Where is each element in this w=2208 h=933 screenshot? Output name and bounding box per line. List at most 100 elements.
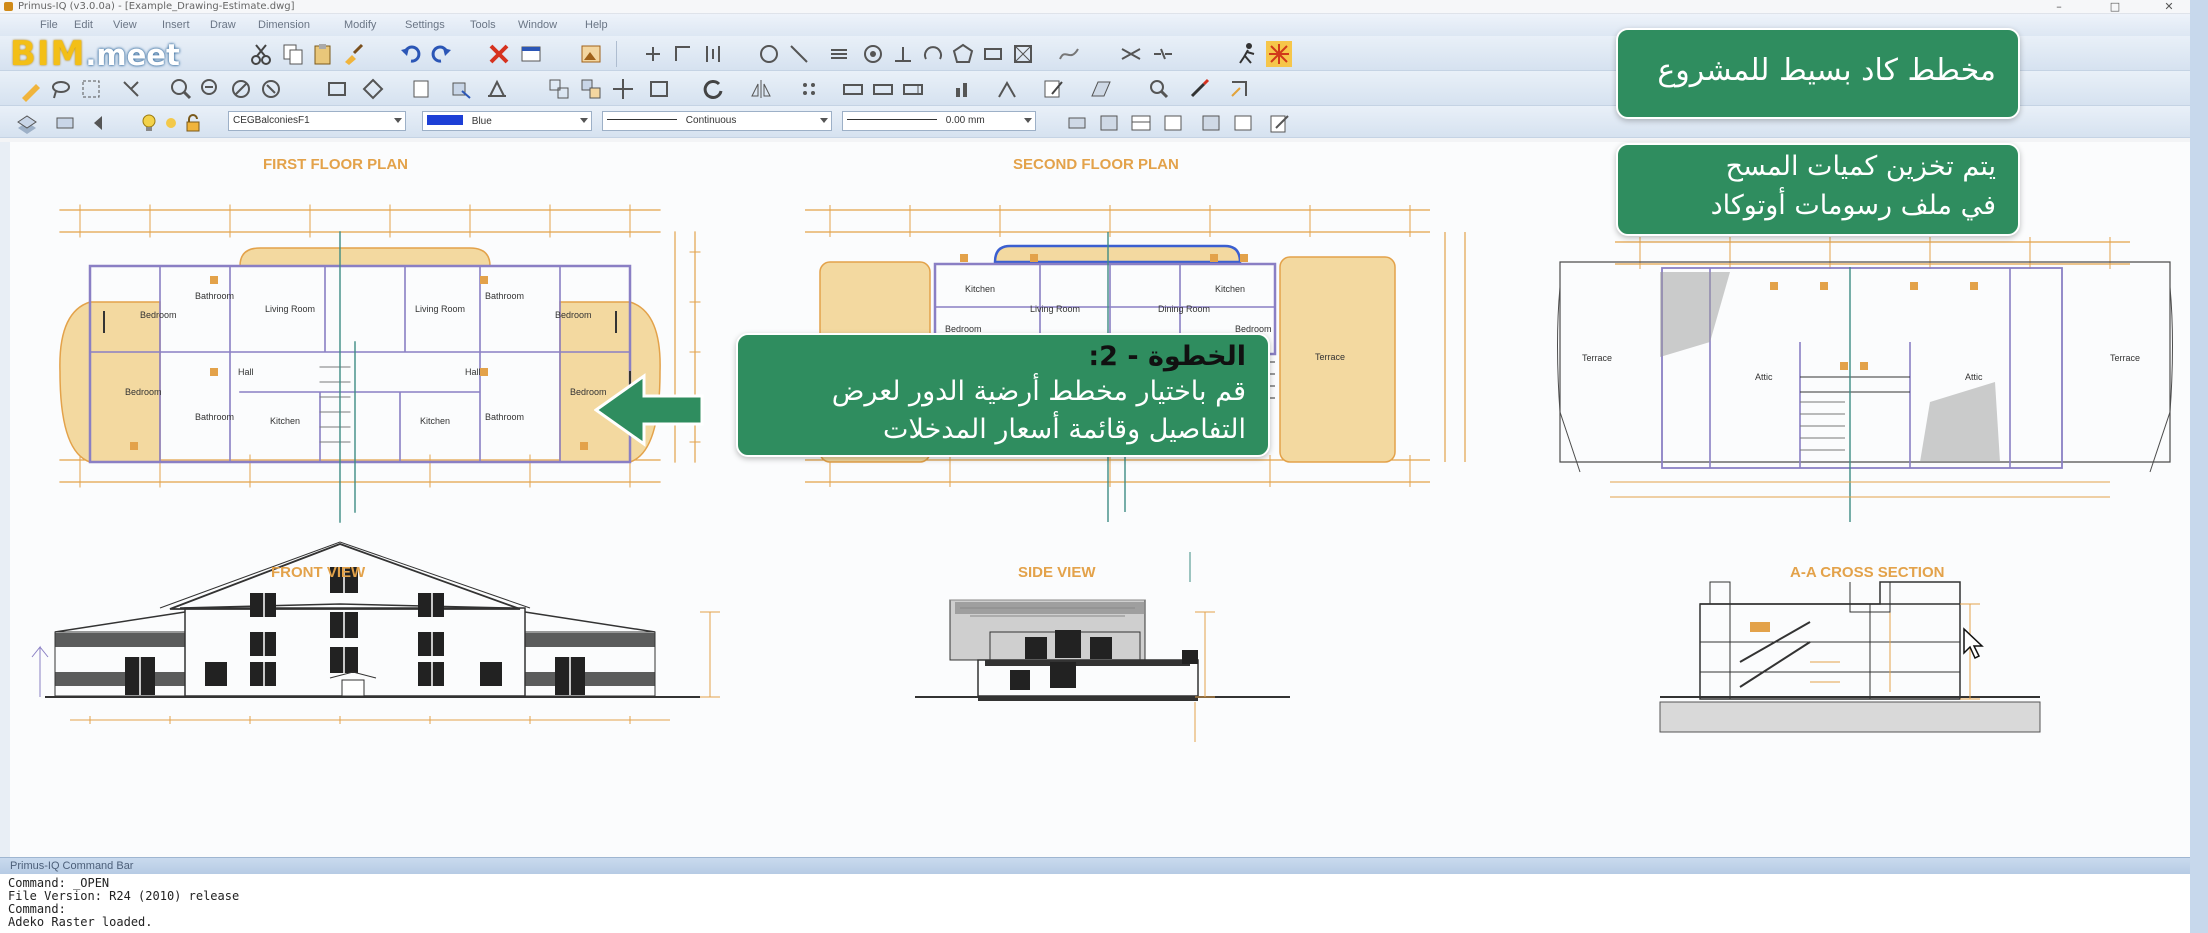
dimension-icon[interactable] <box>484 76 510 102</box>
pencil-icon[interactable] <box>18 76 44 102</box>
point-icon[interactable] <box>640 41 666 67</box>
drawing-canvas[interactable]: Bedroom Bathroom Living Room Living Room… <box>10 142 2190 857</box>
svg-text:Kitchen: Kitchen <box>420 416 450 426</box>
layer-dropdown[interactable]: CEGBalconiesF1 <box>228 111 406 131</box>
command-history-line: File Version: R24 (2010) release <box>8 889 240 903</box>
copy-icon[interactable] <box>280 41 306 67</box>
sheet-icon[interactable] <box>1160 110 1186 136</box>
layer-manager-icon[interactable] <box>14 110 40 136</box>
svg-text:Hall: Hall <box>238 367 254 377</box>
hatch-icon[interactable] <box>360 76 386 102</box>
sun-icon[interactable] <box>1266 41 1292 67</box>
svg-text:Living Room: Living Room <box>415 304 465 314</box>
perpendicular-icon[interactable] <box>890 41 916 67</box>
fillet-icon[interactable] <box>994 76 1020 102</box>
svg-text:Kitchen: Kitchen <box>270 416 300 426</box>
menu-window[interactable]: Window <box>518 19 557 31</box>
ray-icon[interactable] <box>670 41 696 67</box>
minimize-button[interactable]: – <box>2040 0 2078 14</box>
command-history-line: Adeko Raster loaded. <box>8 915 153 929</box>
select-window-icon[interactable] <box>78 76 104 102</box>
break-icon[interactable] <box>1150 41 1176 67</box>
print-icon[interactable] <box>1064 110 1090 136</box>
text-icon[interactable] <box>408 76 434 102</box>
color-dropdown[interactable]: Blue <box>422 111 592 131</box>
linetype-dropdown[interactable]: Continuous <box>602 111 832 131</box>
storage-callout: يتم تخزين كميات المسح في ملف رسومات أوتو… <box>1616 143 2020 236</box>
block-3-icon[interactable] <box>900 76 926 102</box>
lineweight-dropdown[interactable]: 0.00 mm <box>842 111 1036 131</box>
side-view-title: SIDE VIEW <box>1018 564 1096 581</box>
ungroup-icon[interactable] <box>578 76 604 102</box>
delete-icon[interactable] <box>486 41 512 67</box>
cut-icon[interactable] <box>248 41 274 67</box>
measure-icon[interactable] <box>324 76 350 102</box>
zoom-in-icon[interactable] <box>168 76 194 102</box>
menu-draw[interactable]: Draw <box>210 19 236 31</box>
circle-icon[interactable] <box>756 41 782 67</box>
explode-icon[interactable] <box>1118 41 1144 67</box>
donut-icon[interactable] <box>860 41 886 67</box>
line-icon[interactable] <box>786 41 812 67</box>
pick-icon[interactable] <box>118 76 144 102</box>
window-title: Primus-IQ (v3.0.0a) - [Example_Drawing-E… <box>18 1 295 12</box>
lock-icon[interactable] <box>180 110 206 136</box>
menu-insert[interactable]: Insert <box>162 19 190 31</box>
svg-text:Kitchen: Kitchen <box>965 284 995 294</box>
publish-icon[interactable] <box>1230 110 1256 136</box>
layer-state-icon[interactable] <box>52 110 78 136</box>
block-2-icon[interactable] <box>870 76 896 102</box>
redo-icon[interactable] <box>428 41 454 67</box>
view-icon[interactable] <box>1096 110 1122 136</box>
move-icon[interactable] <box>610 76 636 102</box>
array-icon[interactable] <box>796 76 822 102</box>
close-button[interactable]: ✕ <box>2150 0 2188 14</box>
layer-previous-icon[interactable] <box>88 110 114 136</box>
brush-icon[interactable] <box>340 41 366 67</box>
rotate-icon[interactable] <box>646 76 672 102</box>
maximize-button[interactable]: □ <box>2096 0 2134 14</box>
rectangle-icon[interactable] <box>980 41 1006 67</box>
walk-icon[interactable] <box>1234 41 1260 67</box>
layer-icon[interactable] <box>1088 76 1114 102</box>
zoom-out-icon[interactable] <box>198 76 224 102</box>
multiline-icon[interactable] <box>826 41 852 67</box>
command-prompt[interactable]: Command: <box>8 902 66 916</box>
properties-icon[interactable] <box>518 41 544 67</box>
insert-block-icon[interactable] <box>448 76 474 102</box>
menu-view[interactable]: View <box>113 19 137 31</box>
command-history-line: Command: _OPEN <box>8 876 110 890</box>
attic-plan: Terrace Attic Attic Terrace <box>1557 237 2173 522</box>
paint-icon[interactable] <box>1186 76 1212 102</box>
menu-edit[interactable]: Edit <box>74 19 93 31</box>
boundary-icon[interactable] <box>1010 41 1036 67</box>
edit-icon[interactable] <box>1040 76 1066 102</box>
menu-file[interactable]: File <box>40 19 58 31</box>
image-icon[interactable] <box>578 41 604 67</box>
group-icon[interactable] <box>546 76 572 102</box>
chart-icon[interactable] <box>950 76 976 102</box>
zoom-window-icon[interactable] <box>258 76 284 102</box>
refresh-icon[interactable] <box>700 76 726 102</box>
menu-dimension[interactable]: Dimension <box>258 19 310 31</box>
markup-icon[interactable] <box>1266 110 1292 136</box>
viewport-icon[interactable] <box>1128 110 1154 136</box>
search-icon[interactable] <box>1146 76 1172 102</box>
trim-icon[interactable] <box>1226 76 1252 102</box>
mirror-icon[interactable] <box>748 76 774 102</box>
block-1-icon[interactable] <box>840 76 866 102</box>
paste-icon[interactable] <box>310 41 336 67</box>
menu-settings[interactable]: Settings <box>405 19 445 31</box>
lasso-icon[interactable] <box>48 76 74 102</box>
arc-icon[interactable] <box>920 41 946 67</box>
polygon-icon[interactable] <box>950 41 976 67</box>
xline-icon[interactable] <box>700 41 726 67</box>
undo-icon[interactable] <box>398 41 424 67</box>
menu-tools[interactable]: Tools <box>470 19 496 31</box>
menu-help[interactable]: Help <box>585 19 608 31</box>
menu-modify[interactable]: Modify <box>344 19 376 31</box>
render-icon[interactable] <box>1198 110 1224 136</box>
zoom-extents-icon[interactable] <box>228 76 254 102</box>
linetype-dropdown-value: Continuous <box>685 115 737 126</box>
spline-icon[interactable] <box>1056 41 1082 67</box>
